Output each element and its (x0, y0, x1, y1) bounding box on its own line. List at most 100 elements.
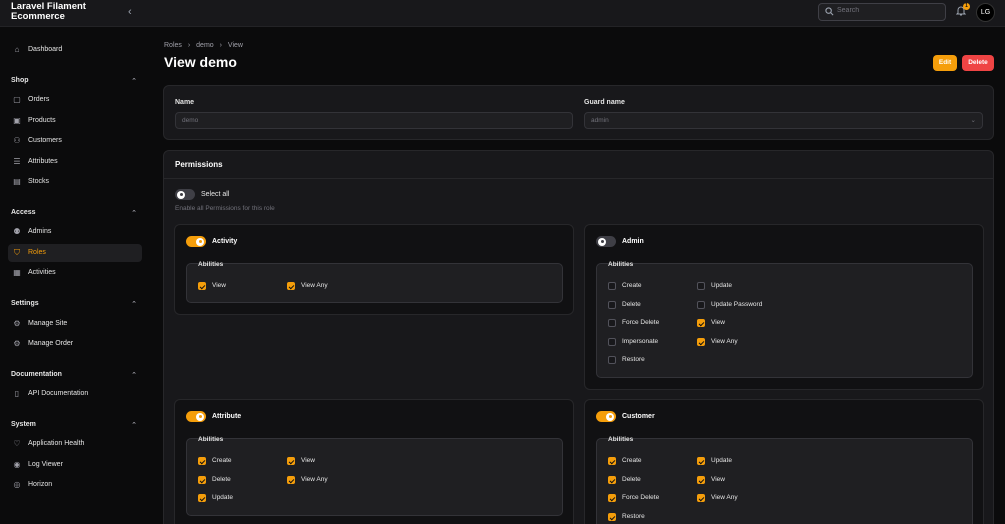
globe-icon: ◎ (13, 480, 21, 489)
breadcrumb-item: View (227, 42, 243, 49)
abilities-label: Abilities (608, 436, 634, 443)
section-title: Attribute (212, 413, 242, 420)
sidebar-item-horizon[interactable]: ◎ Horizon (8, 476, 142, 494)
book-open-icon: ▯ (14, 389, 20, 398)
notification-count-badge: 1 (963, 3, 970, 10)
search-icon (825, 7, 834, 18)
sidebar-item-products[interactable]: ▣ Products (8, 112, 142, 130)
permission-section-attribute: Attribute Abilities Create View Delete V… (174, 399, 574, 524)
sidebar-item-application-health[interactable]: ♡ Application Health (8, 435, 142, 453)
sidebar-group-documentation[interactable]: Documentation ⌃ (11, 371, 137, 379)
sidebar-item-manage-order[interactable]: ⚙ Manage Order (8, 335, 142, 353)
abilities-group: Abilities Create Update Delete View Forc… (596, 436, 973, 524)
sidebar-item-roles[interactable]: ⛉ Roles (8, 244, 142, 262)
shopping-bag-icon: ▢ (13, 95, 21, 104)
sidebar-group-settings[interactable]: Settings ⌃ (11, 300, 137, 308)
sidebar-item-label: API Documentation (28, 390, 89, 397)
guard-name-select[interactable]: admin ⌄ (584, 112, 983, 129)
permission-section-customer: Customer Abilities Create Update Delete … (584, 399, 984, 524)
sidebar-item-label: Manage Order (28, 340, 74, 347)
abilities-group: Abilities Create Update Delete Update Pa… (596, 261, 973, 378)
sidebar-group-system[interactable]: System ⌃ (11, 421, 137, 429)
checkbox-label: Create (622, 457, 642, 464)
checkbox-label: Create (212, 457, 232, 464)
collapse-sidebar-icon[interactable]: ‹ (128, 6, 132, 18)
sidebar-item-manage-site[interactable]: ⚙ Manage Site (8, 315, 142, 333)
page-title: View demo (164, 54, 237, 70)
chevron-up-icon: ⌃ (131, 210, 137, 217)
sidebar: ⌂ Dashboard Shop ⌃ ▢ Orders ▣ Products ⚇… (0, 27, 148, 524)
edit-button[interactable]: Edit (933, 55, 957, 71)
sidebar-group-shop[interactable]: Shop ⌃ (11, 77, 137, 85)
eye-icon: ◉ (13, 460, 21, 469)
select-all-label: Select all (201, 191, 230, 198)
delete-button[interactable]: Delete (962, 55, 994, 71)
sidebar-item-attributes[interactable]: ☰ Attributes (8, 153, 142, 171)
name-field[interactable]: demo (175, 112, 573, 129)
sidebar-item-label: Manage Site (28, 320, 68, 327)
sidebar-item-label: Orders (28, 96, 50, 103)
chevron-up-icon: ⌃ (131, 422, 137, 429)
cog-icon: ⚙ (13, 339, 21, 348)
brand-logo[interactable]: Laravel Filament Ecommerce (11, 2, 101, 22)
guard-name-label: Guard name (584, 99, 625, 106)
breadcrumb-item[interactable]: demo (196, 42, 214, 49)
checkbox-label: Update (212, 494, 233, 501)
sidebar-item-activities[interactable]: ▦ Activities (8, 264, 142, 282)
customer-toggle[interactable] (596, 411, 616, 422)
checkbox-label: Restore (622, 356, 645, 363)
admin-toggle[interactable] (596, 236, 616, 247)
breadcrumb-item[interactable]: Roles (164, 42, 182, 49)
sidebar-group-label: Shop (11, 77, 29, 84)
sidebar-item-label: Application Health (28, 440, 85, 447)
search-box[interactable] (818, 3, 946, 21)
sidebar-item-label: Products (28, 117, 56, 124)
sidebar-item-label: Horizon (28, 481, 53, 488)
chevron-up-icon: ⌃ (131, 78, 137, 85)
sidebar-item-orders[interactable]: ▢ Orders (8, 91, 142, 109)
user-avatar[interactable]: LG (976, 3, 995, 22)
sidebar-item-dashboard[interactable]: ⌂ Dashboard (8, 41, 142, 59)
abilities-group: Abilities View View Any (186, 261, 563, 303)
sidebar-item-admins[interactable]: ⚉ Admins (8, 223, 142, 241)
home-icon: ⌂ (14, 45, 20, 54)
checkbox-label: Create (622, 282, 642, 289)
activity-toggle[interactable] (186, 236, 206, 247)
checkbox-label: View Any (711, 494, 738, 501)
abilities-label: Abilities (198, 436, 224, 443)
attribute-toggle[interactable] (186, 411, 206, 422)
checkbox-label: Impersonate (622, 338, 659, 345)
sidebar-item-log-viewer[interactable]: ◉ Log Viewer (8, 456, 142, 474)
sidebar-item-label: Roles (28, 249, 46, 256)
breadcrumb: Roles › demo › View (164, 42, 247, 49)
sidebar-item-label: Attributes (28, 158, 58, 165)
box-icon: ▣ (13, 116, 21, 125)
sidebar-item-api-documentation[interactable]: ▯ API Documentation (8, 385, 142, 403)
sidebar-item-customers[interactable]: ⚇ Customers (8, 132, 142, 150)
checkbox-label: Delete (212, 476, 231, 483)
select-all-hint: Enable all Permissions for this role (175, 205, 275, 212)
checkbox-label: Delete (622, 301, 641, 308)
role-details-card: Name demo Guard name admin ⌄ (163, 85, 994, 140)
users-icon: ⚇ (13, 136, 21, 145)
checkbox-label: Restore (622, 513, 645, 520)
layers-icon: ☰ (13, 157, 21, 166)
sidebar-group-access[interactable]: Access ⌃ (11, 209, 137, 217)
sidebar-group-label: Documentation (11, 371, 62, 378)
checkbox-label: View (301, 457, 315, 464)
sidebar-item-label: Dashboard (28, 46, 63, 53)
checkbox-label: View Any (301, 476, 328, 483)
checkbox-label: Force Delete (622, 494, 660, 501)
checkbox-label: View Any (301, 282, 328, 289)
checkbox-label: Update (711, 457, 732, 464)
search-input[interactable] (837, 7, 937, 14)
guard-name-value: admin (591, 117, 609, 124)
checkbox-label: View (711, 319, 725, 326)
select-all-toggle[interactable] (175, 189, 195, 200)
heart-icon: ♡ (13, 439, 21, 448)
name-label: Name (175, 99, 195, 106)
sidebar-item-stocks[interactable]: ▤ Stocks (8, 173, 142, 191)
section-title: Customer (622, 413, 655, 420)
section-title: Activity (212, 238, 238, 245)
checkbox-label: View (212, 282, 226, 289)
